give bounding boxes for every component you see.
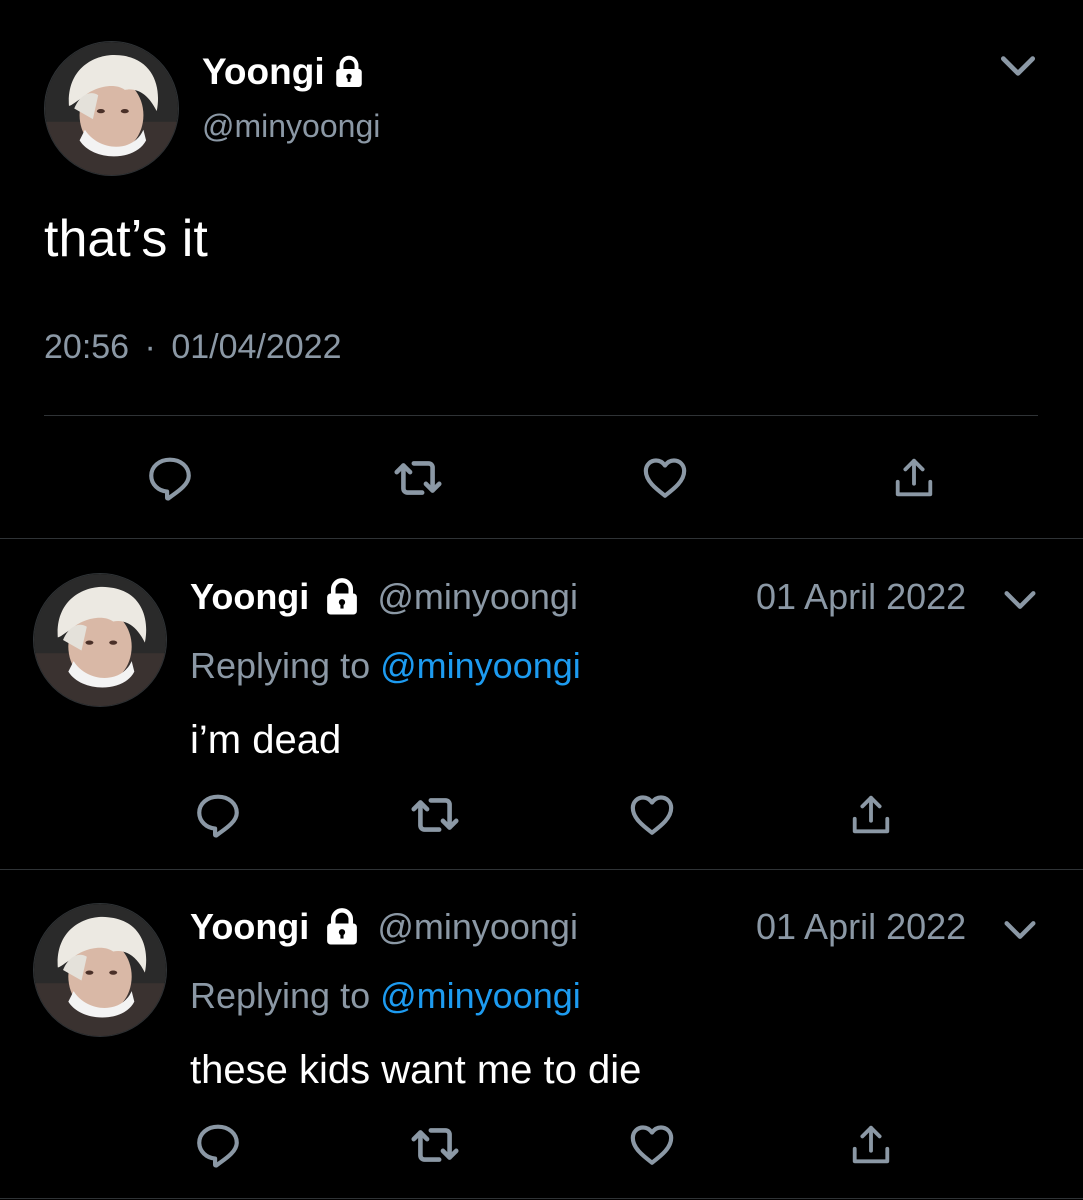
like-button[interactable] [624,787,680,843]
like-icon [627,790,677,840]
tweet-date: 01/04/2022 [171,328,342,366]
share-button[interactable] [843,1117,899,1173]
replying-to-label: Replying to [190,645,371,686]
tweet-date[interactable]: 01 April 2022 [756,906,966,948]
like-button[interactable] [624,1117,680,1173]
reply-button[interactable] [142,450,198,506]
replying-to: Replying to @minyoongi [190,645,581,687]
handle[interactable]: @minyoongi [377,906,578,948]
divider [0,1198,1083,1199]
display-name[interactable]: Yoongi [190,576,309,618]
avatar[interactable] [33,903,167,1037]
tweet-date[interactable]: 01 April 2022 [756,576,966,618]
share-button[interactable] [886,450,942,506]
tweet-time: 20:56 [44,328,130,366]
like-icon [640,453,690,503]
reply-icon [145,453,195,503]
retweet-icon [410,790,460,840]
chevron-down-icon[interactable] [1000,910,1040,955]
chevron-down-icon[interactable] [1000,580,1040,625]
chevron-down-icon[interactable] [996,44,1040,93]
divider [0,538,1083,539]
display-name[interactable]: Yoongi [202,50,367,94]
share-icon [891,455,937,501]
like-button[interactable] [637,450,693,506]
display-name[interactable]: Yoongi [190,906,309,948]
replying-to-mention[interactable]: @minyoongi [380,975,581,1016]
retweet-button[interactable] [407,787,463,843]
handle[interactable]: @minyoongi [202,106,380,146]
reply-button[interactable] [190,787,246,843]
like-icon [627,1120,677,1170]
lock-icon [321,906,363,948]
replying-to-label: Replying to [190,975,371,1016]
replying-to: Replying to @minyoongi [190,975,581,1017]
share-button[interactable] [843,787,899,843]
share-icon [848,1122,894,1168]
replying-to-mention[interactable]: @minyoongi [380,645,581,686]
reply-button[interactable] [190,1117,246,1173]
tweet-timestamp: 20:56 · 01/04/2022 [44,326,342,368]
lock-icon [331,54,367,90]
reply-icon [193,790,243,840]
avatar[interactable] [33,573,167,707]
tweet-text: that’s it [44,210,208,268]
share-icon [848,792,894,838]
reply-header: Yoongi @minyoongi [190,906,578,948]
display-name-text: Yoongi [202,51,325,92]
divider [0,869,1083,870]
divider [44,415,1038,416]
retweet-icon [393,453,443,503]
handle[interactable]: @minyoongi [377,576,578,618]
lock-icon [321,576,363,618]
avatar[interactable] [44,41,179,176]
tweet-text: i’m dead [190,718,342,762]
retweet-button[interactable] [407,1117,463,1173]
retweet-button[interactable] [390,450,446,506]
retweet-icon [410,1120,460,1170]
reply-icon [193,1120,243,1170]
meta-separator: · [144,328,156,366]
reply-header: Yoongi @minyoongi [190,576,578,618]
tweet-text: these kids want me to die [190,1048,642,1092]
